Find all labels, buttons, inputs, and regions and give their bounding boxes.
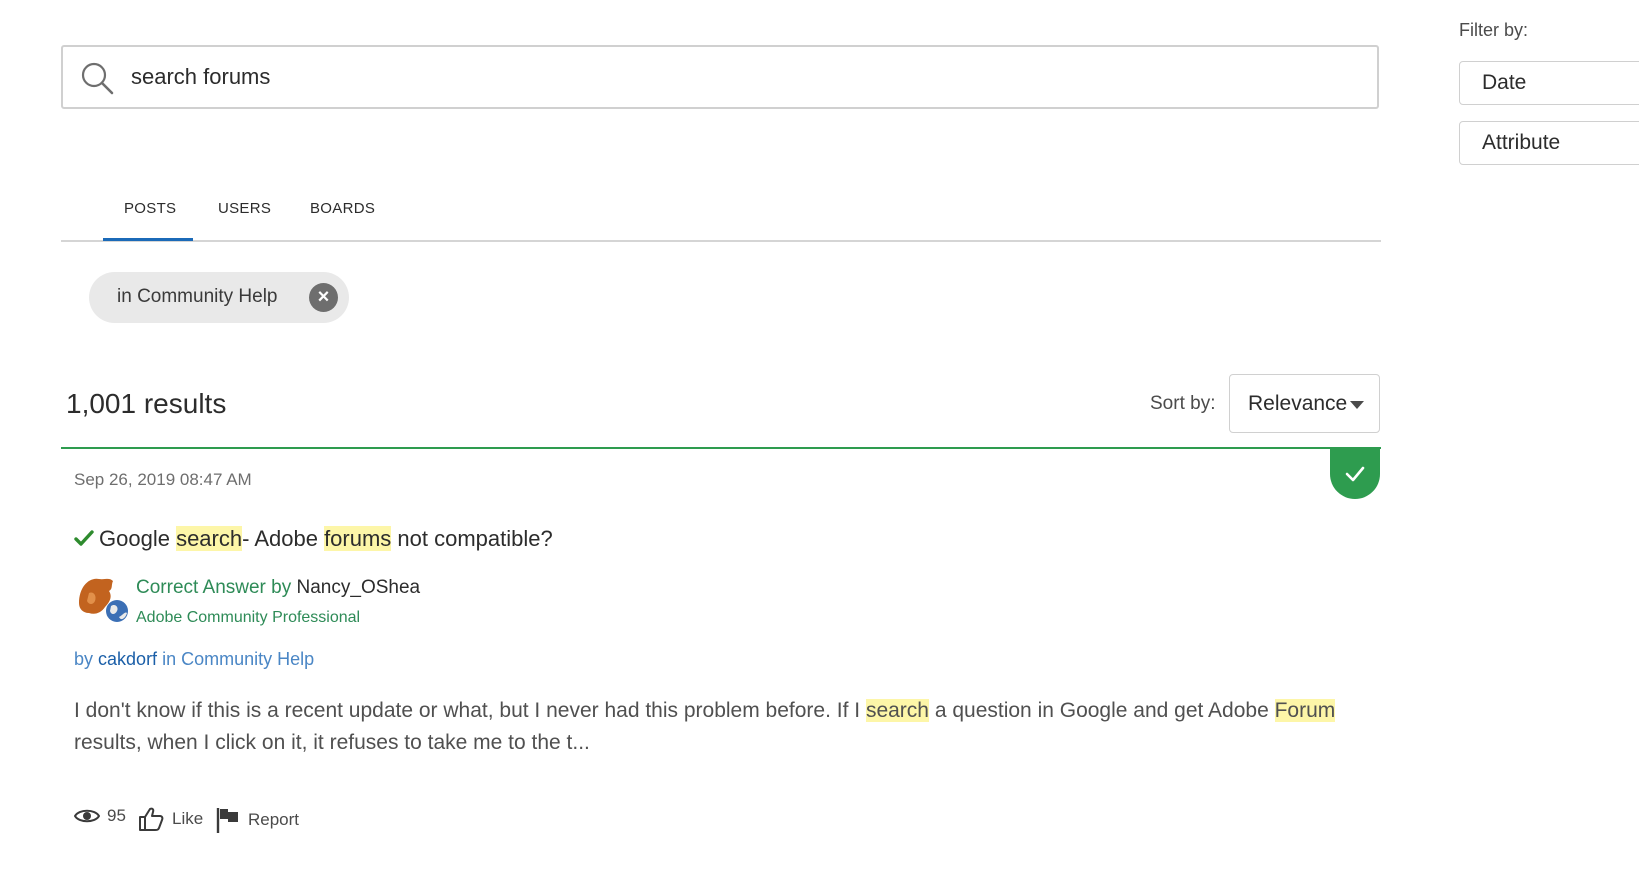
author-rank: Adobe Community Professional <box>136 609 361 626</box>
chip-label: in Community Help <box>117 286 278 307</box>
scope-filter-chip: in Community Help × <box>89 272 349 323</box>
active-tab-indicator <box>103 238 193 241</box>
post-title-highlight: search <box>176 526 243 551</box>
tab-users[interactable]: USERS <box>218 200 271 217</box>
correct-answer-label: Correct Answer by <box>136 577 292 598</box>
checkmark-icon <box>1345 466 1365 482</box>
results-divider <box>61 447 1381 449</box>
board-link[interactable]: Community Help <box>181 649 314 669</box>
snippet-text: I don't know if this is a recent update … <box>74 699 866 722</box>
tab-boards[interactable]: BOARDS <box>310 200 375 217</box>
snippet-highlight: search <box>865 699 929 722</box>
thumbs-up-icon <box>139 807 164 831</box>
post-title-text: not compatible? <box>391 526 553 551</box>
snippet-text: results, when I click on it, it refuses … <box>74 731 590 754</box>
post-snippet: I don't know if this is a recent update … <box>74 695 1364 759</box>
views-number: 95 <box>107 806 126 825</box>
filter-date-button[interactable]: Date <box>1459 61 1639 105</box>
results-count: 1,001 results <box>66 388 227 419</box>
snippet-text: a question in Google and get Adobe <box>928 699 1275 722</box>
result-type-tabs: POSTS USERS BOARDS <box>61 186 1381 242</box>
post-byline: by cakdorf in Community Help <box>74 649 314 670</box>
tab-posts[interactable]: POSTS <box>124 200 176 217</box>
search-icon <box>81 62 114 95</box>
flag-icon <box>216 808 238 833</box>
filter-label: Filter by: <box>1459 20 1529 40</box>
like-button[interactable]: Like <box>138 806 203 832</box>
sort-value: Relevance <box>1248 392 1348 415</box>
caret-down-icon <box>1350 401 1364 409</box>
report-label: Report <box>248 810 300 829</box>
views-count: 95 <box>74 806 126 826</box>
report-button[interactable]: Report <box>215 806 299 834</box>
eye-icon <box>74 809 100 823</box>
by-prefix: by <box>74 649 94 669</box>
post-title-highlight: forums <box>324 526 392 551</box>
sort-select[interactable]: Relevance <box>1229 374 1380 433</box>
search-input[interactable] <box>131 57 1351 97</box>
snippet-highlight: Forum <box>1274 699 1336 722</box>
post-title[interactable]: Google search- Adobe forums not compatib… <box>74 526 553 552</box>
checkmark-icon <box>74 530 94 546</box>
post-title-text: Google <box>99 526 177 551</box>
like-label: Like <box>172 809 204 828</box>
search-box[interactable] <box>61 45 1379 109</box>
sort-label: Sort by: <box>1150 393 1216 414</box>
author-link[interactable]: cakdorf <box>98 649 157 669</box>
solved-badge <box>1330 449 1380 499</box>
close-icon[interactable]: × <box>309 283 338 312</box>
filter-attribute-button[interactable]: Attribute <box>1459 121 1639 165</box>
correct-answer-line: Correct Answer by Nancy_OShea <box>136 577 420 599</box>
post-date: Sep 26, 2019 08:47 AM <box>74 470 252 489</box>
search-results-page: Filter by: Date Attribute POSTS USERS BO… <box>0 0 1639 885</box>
avatar[interactable] <box>75 573 131 625</box>
answer-author-link[interactable]: Nancy_OShea <box>297 577 421 598</box>
in-prefix: in <box>162 649 177 669</box>
post-title-text: - Adobe <box>242 526 325 551</box>
